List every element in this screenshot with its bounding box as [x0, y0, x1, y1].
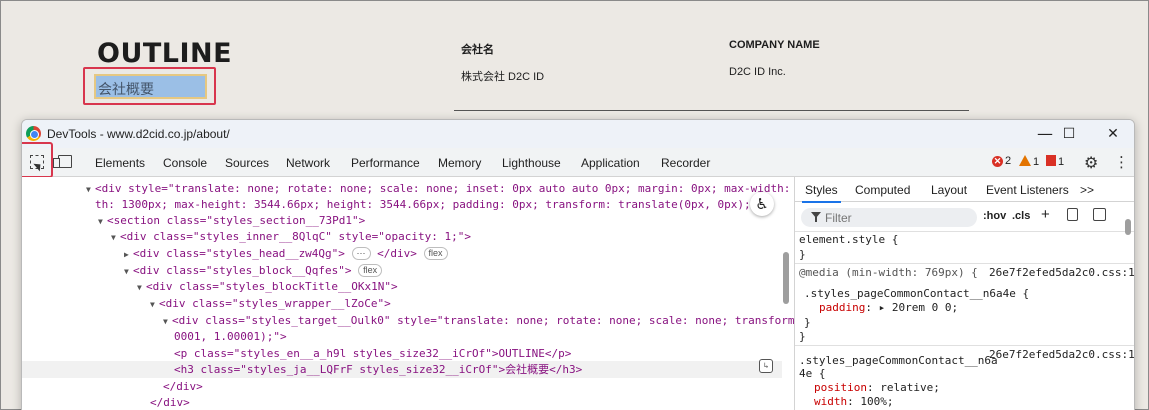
dom-line-selected[interactable]: <h3 class="styles_ja__LQFrF styles_size3…: [22, 361, 782, 378]
dom-line[interactable]: 0001, 1.00001);">: [174, 328, 287, 345]
dom-line[interactable]: ▼ <div class="styles_inner__8QlqC" style=…: [111, 228, 471, 246]
rule-selector-cont[interactable]: 4e {: [799, 367, 826, 380]
rule-declaration[interactable]: padding: ▸ 20rem 0 0;: [819, 301, 958, 314]
tab-lighthouse[interactable]: Lighthouse: [502, 156, 561, 170]
company-value-en: D2C ID Inc.: [729, 66, 786, 78]
tab-recorder[interactable]: Recorder: [661, 156, 710, 170]
elements-panel: ▼ <div style="translate: none; rotate: no…: [22, 177, 870, 410]
error-count-badge[interactable]: ✕ 2: [992, 155, 1011, 167]
styles-pane: Styles Computed Layout Event Listeners >…: [794, 177, 1134, 410]
paint-icon[interactable]: [1067, 208, 1078, 221]
styles-filter[interactable]: [801, 208, 977, 227]
styles-tab-bar: Styles Computed Layout Event Listeners >…: [795, 177, 1134, 203]
collapse-triangle-icon[interactable]: ▼: [98, 213, 107, 230]
tab-elements[interactable]: Elements: [90, 156, 150, 179]
dom-line[interactable]: th: 1300px; max-height: 3544.66px; heigh…: [95, 196, 764, 213]
new-rule-button[interactable]: +: [1041, 206, 1050, 223]
inspect-element-icon[interactable]: [30, 155, 44, 169]
outline-heading: OUTLINE: [97, 38, 233, 69]
styles-divider: [795, 263, 1134, 264]
company-value-ja: 株式会社 D2C ID: [461, 71, 545, 83]
stylesheet-link[interactable]: 26e7f2efed5da2c0.css:1: [989, 348, 1134, 361]
dom-line[interactable]: ▼ <div class="styles_wrapper__lZoCe">: [150, 295, 391, 313]
filter-icon: [811, 212, 821, 222]
tab-computed[interactable]: Computed: [855, 183, 910, 197]
chrome-icon: [26, 126, 41, 141]
tab-layout[interactable]: Layout: [931, 183, 967, 197]
highlighted-heading-box: 会社概要: [83, 67, 216, 105]
styles-divider: [795, 345, 1134, 346]
issue-count: 1: [1058, 156, 1065, 168]
issue-count-badge[interactable]: 1: [1046, 155, 1064, 168]
element-style-close: }: [799, 248, 806, 261]
issue-icon: [1046, 155, 1056, 166]
company-label-en: COMPANY NAME: [729, 39, 820, 51]
dom-line[interactable]: </div>: [163, 378, 203, 395]
collapse-triangle-icon[interactable]: ▼: [124, 263, 133, 280]
error-icon: ✕: [992, 156, 1003, 167]
styles-scrollbar[interactable]: [1125, 219, 1131, 235]
expand-triangle-icon[interactable]: ▶: [124, 246, 133, 263]
tab-event-listeners[interactable]: Event Listeners: [986, 183, 1069, 197]
collapse-triangle-icon[interactable]: ▼: [163, 313, 172, 330]
tab-styles[interactable]: Styles: [802, 183, 841, 203]
styles-divider: [795, 231, 1134, 232]
tab-console[interactable]: Console: [163, 156, 207, 170]
company-label-ja: 会社名: [461, 44, 494, 56]
flex-badge[interactable]: flex: [423, 247, 448, 260]
media-close: }: [799, 330, 806, 343]
class-toggle-button[interactable]: .cls: [1012, 210, 1030, 222]
close-button[interactable]: ✕: [1102, 123, 1124, 145]
rule-selector[interactable]: .styles_pageCommonContact__n6a4e {: [804, 287, 1029, 300]
toggle-sidebar-icon[interactable]: [1093, 208, 1106, 221]
dom-line[interactable]: ▼ <div class="styles_blockTitle__OKx1N">: [137, 278, 398, 296]
elements-scrollbar[interactable]: [783, 252, 789, 304]
tab-performance[interactable]: Performance: [351, 156, 420, 170]
warning-count-badge[interactable]: 1: [1019, 155, 1039, 168]
dom-line[interactable]: </div>: [150, 394, 190, 410]
maximize-button[interactable]: ☐: [1058, 123, 1080, 145]
tab-sources[interactable]: Sources: [225, 156, 269, 170]
dom-line[interactable]: <p class="styles_en__a_h9l styles_size32…: [174, 345, 571, 362]
outline-ja-heading: 会社概要: [94, 74, 207, 99]
rule-selector[interactable]: .styles_pageCommonContact__n6a: [799, 354, 998, 367]
title-bar: DevTools - www.d2cid.co.jp/about/ — ☐ ✕: [22, 120, 1134, 148]
minimize-button[interactable]: —: [1034, 123, 1056, 145]
dom-line[interactable]: ▶ <div class="styles_head__zw4Qg"> ⋯ </di…: [124, 245, 448, 263]
collapse-triangle-icon[interactable]: ▼: [111, 229, 120, 246]
collapse-triangle-icon[interactable]: ▼: [150, 296, 159, 313]
rule-declaration[interactable]: width: 100%;: [814, 395, 894, 408]
tab-memory[interactable]: Memory: [438, 156, 481, 170]
more-options-icon[interactable]: ⋮: [1114, 153, 1129, 171]
collapse-triangle-icon[interactable]: ▼: [137, 279, 146, 296]
copy-element-icon[interactable]: ↳: [759, 359, 773, 373]
settings-gear-icon[interactable]: ⚙: [1084, 153, 1098, 172]
error-count: 2: [1005, 155, 1012, 167]
devtools-toolbar: Elements Console Sources Network Perform…: [22, 142, 1134, 179]
stylesheet-link[interactable]: 26e7f2efed5da2c0.css:1: [989, 266, 1134, 279]
devtools-window: DevTools - www.d2cid.co.jp/about/ — ☐ ✕ …: [21, 119, 1135, 410]
window-title: DevTools - www.d2cid.co.jp/about/: [47, 127, 230, 141]
accessibility-icon[interactable]: ♿: [750, 192, 774, 216]
flex-badge[interactable]: flex: [358, 264, 383, 277]
warning-icon: [1019, 155, 1031, 166]
media-query: @media (min-width: 769px) {: [799, 266, 978, 279]
tab-application[interactable]: Application: [581, 156, 640, 170]
hover-state-button[interactable]: :hov: [983, 210, 1006, 222]
rule-declaration[interactable]: position: relative;: [814, 381, 940, 394]
warning-count: 1: [1033, 156, 1040, 168]
collapse-triangle-icon[interactable]: ▼: [86, 181, 95, 198]
rule-close: }: [804, 316, 811, 329]
device-toolbar-icon[interactable]: [53, 155, 72, 168]
tab-network[interactable]: Network: [286, 156, 330, 170]
filter-input[interactable]: [825, 210, 965, 225]
ellipsis-chip[interactable]: ⋯: [351, 247, 371, 260]
element-style-selector[interactable]: element.style {: [799, 233, 898, 246]
more-tabs-icon[interactable]: >>: [1080, 183, 1094, 197]
divider: [454, 110, 969, 111]
